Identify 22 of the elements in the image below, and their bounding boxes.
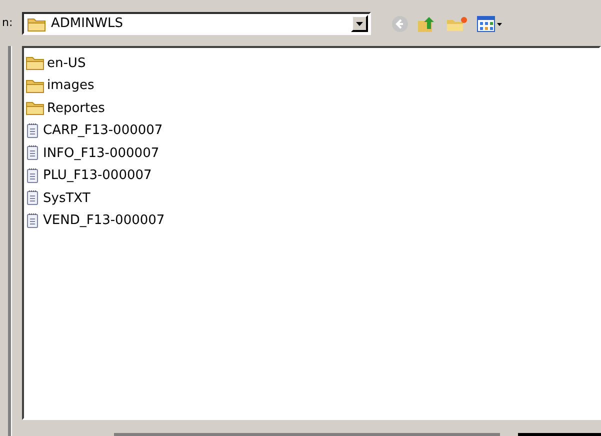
- file-item[interactable]: CARP_F13-000007: [26, 120, 163, 142]
- folder-name: ADMINWLS: [50, 14, 124, 33]
- look-in-combo[interactable]: ADMINWLS: [22, 12, 371, 35]
- file-item[interactable]: VEND_F13-000007: [26, 210, 165, 232]
- text-file-icon: [26, 212, 40, 229]
- folder-item[interactable]: images: [26, 74, 94, 97]
- look-in-label: n:: [1, 15, 14, 31]
- folder-icon: [27, 16, 47, 32]
- text-file-icon: [26, 168, 40, 184]
- folder-icon: [26, 101, 44, 116]
- file-item[interactable]: PLU_F13-000007: [26, 164, 152, 187]
- file-item[interactable]: SysTXT: [26, 187, 90, 210]
- text-file-icon: [26, 122, 40, 139]
- text-file-icon: [26, 190, 40, 206]
- folder-item[interactable]: en-US: [26, 52, 86, 74]
- folder-item[interactable]: Reportes: [26, 97, 105, 120]
- folder-icon: [26, 78, 44, 93]
- caret-icon: [356, 22, 363, 26]
- text-file-icon: [26, 145, 40, 162]
- file-item[interactable]: INFO_F13-000007: [26, 142, 160, 164]
- folder-icon: [26, 56, 44, 70]
- dropdown-button[interactable]: [351, 15, 368, 32]
